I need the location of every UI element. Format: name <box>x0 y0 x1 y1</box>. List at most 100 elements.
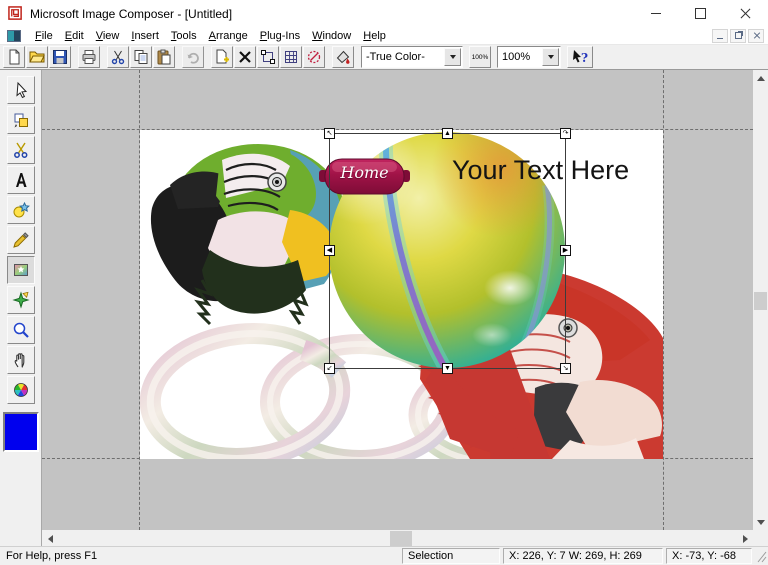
arrange-icon <box>14 113 28 128</box>
menu-plugins[interactable]: Plug-Ins <box>254 29 306 43</box>
paste-button[interactable] <box>153 46 175 68</box>
menu-window[interactable]: Window <box>306 29 357 43</box>
menu-arrange[interactable]: Arrange <box>203 29 254 43</box>
save-button[interactable] <box>49 46 71 68</box>
menu-view[interactable]: View <box>90 29 126 43</box>
chevron-down-icon[interactable] <box>444 48 461 66</box>
clear-selection-icon <box>307 50 321 64</box>
zoom-value: 100% <box>502 51 531 63</box>
color-format-dropdown[interactable]: -True Color- <box>361 46 463 68</box>
maximize-button[interactable] <box>678 0 723 27</box>
selection-rectangle[interactable]: ↖ ▲ ↷ ◀ ▶ ↙ ▼ ↘ <box>324 128 571 374</box>
minimize-button[interactable] <box>633 0 678 27</box>
zoom-tool[interactable] <box>6 316 35 344</box>
select-tool[interactable] <box>6 76 35 104</box>
text-icon <box>15 173 27 187</box>
paste-clipboard-icon <box>157 49 171 65</box>
insert-image-button[interactable] <box>211 46 233 68</box>
tool-palette <box>0 70 42 548</box>
status-bar: For Help, press F1 Selection X: 226, Y: … <box>0 546 768 565</box>
workspace[interactable]: Your Text Here Home ↖ ▲ ↷ ◀ ▶ ↙ ▼ ↘ <box>42 70 753 530</box>
texture-transfer-icon <box>11 291 30 309</box>
menu-insert[interactable]: Insert <box>125 29 165 43</box>
chevron-down-icon[interactable] <box>542 48 559 66</box>
paintbrush-icon <box>12 232 29 248</box>
selection-handle-bottom-left[interactable]: ↙ <box>324 363 335 374</box>
cutout-scissors-icon <box>13 142 27 158</box>
delete-x-icon <box>239 51 251 63</box>
menu-file[interactable]: File <box>29 29 59 43</box>
document-icon[interactable] <box>7 29 21 42</box>
menu-help[interactable]: Help <box>357 29 392 43</box>
close-button[interactable] <box>723 0 768 27</box>
selection-handle-middle-right[interactable]: ▶ <box>560 245 571 256</box>
arrange-tool[interactable] <box>6 106 35 134</box>
status-help-text: For Help, press F1 <box>6 550 98 562</box>
menu-tools[interactable]: Tools <box>165 29 203 43</box>
scroll-left-button[interactable] <box>42 530 58 547</box>
cutout-tool[interactable] <box>6 136 35 164</box>
art-effects-tool[interactable] <box>6 256 35 284</box>
copy-button[interactable] <box>130 46 152 68</box>
selection-handle-middle-left[interactable]: ◀ <box>324 245 335 256</box>
vertical-scrollbar[interactable] <box>753 70 768 530</box>
color-fill-button[interactable] <box>332 46 354 68</box>
resize-grip[interactable] <box>755 549 767 563</box>
shapes-tool[interactable] <box>6 196 35 224</box>
current-color-swatch[interactable] <box>2 412 39 452</box>
texture-transfer-tool[interactable] <box>6 286 35 314</box>
select-all-icon <box>261 50 275 64</box>
print-button[interactable] <box>78 46 100 68</box>
vertical-scroll-thumb[interactable] <box>754 292 767 310</box>
open-folder-icon <box>29 51 45 63</box>
scroll-up-icon <box>756 75 765 81</box>
title-bar: Microsoft Image Composer - [Untitled] <box>0 0 768 27</box>
grid-select-button[interactable] <box>280 46 302 68</box>
color-picker-tool[interactable] <box>6 376 35 404</box>
text-tool[interactable] <box>6 166 35 194</box>
doc-restore-icon <box>734 32 742 39</box>
menu-bar: File Edit View Insert Tools Arrange Plug… <box>0 27 768 45</box>
selection-handle-top-center[interactable]: ▲ <box>442 128 453 139</box>
scrollbar-corner <box>753 530 768 547</box>
doc-minimize-icon <box>717 37 723 39</box>
scroll-down-button[interactable] <box>753 514 768 530</box>
minimize-icon <box>650 13 661 14</box>
svg-text:?: ? <box>581 51 588 65</box>
doc-close-button[interactable] <box>748 28 764 43</box>
composition-guide-right <box>663 70 664 530</box>
delete-button[interactable] <box>234 46 256 68</box>
selection-handle-top-left[interactable]: ↖ <box>324 128 335 139</box>
paint-tool[interactable] <box>6 226 35 254</box>
scroll-right-button[interactable] <box>737 530 753 547</box>
open-button[interactable] <box>26 46 48 68</box>
zoom-dropdown[interactable]: 100% <box>497 46 561 68</box>
selection-handle-bottom-right[interactable]: ↘ <box>560 363 571 374</box>
selection-handle-bottom-center[interactable]: ▼ <box>442 363 453 374</box>
status-sprite-geometry: X: 226, Y: 7 W: 269, H: 269 <box>503 548 663 564</box>
actual-size-button[interactable]: 100% <box>469 46 491 68</box>
shapes-icon <box>13 201 30 218</box>
selection-handle-top-right[interactable]: ↷ <box>560 128 571 139</box>
pan-tool[interactable] <box>6 346 35 374</box>
new-button[interactable] <box>3 46 25 68</box>
scroll-up-button[interactable] <box>753 70 768 86</box>
left-macaw-sprite[interactable] <box>150 144 344 326</box>
doc-restore-button[interactable] <box>730 28 746 43</box>
menu-edit[interactable]: Edit <box>59 29 90 43</box>
scroll-left-icon <box>47 534 53 543</box>
cut-button[interactable] <box>107 46 129 68</box>
undo-icon <box>187 52 199 64</box>
undo-button[interactable] <box>182 46 204 68</box>
art-effects-icon <box>13 264 28 276</box>
select-all-button[interactable] <box>257 46 279 68</box>
horizontal-scrollbar[interactable] <box>42 530 753 547</box>
paint-bucket-icon <box>336 50 350 64</box>
clear-selection-button[interactable] <box>303 46 325 68</box>
insert-image-icon <box>216 49 229 64</box>
scroll-down-icon <box>756 519 765 525</box>
context-help-button[interactable]: ? <box>567 46 593 68</box>
doc-minimize-button[interactable] <box>712 28 728 43</box>
horizontal-scroll-thumb[interactable] <box>390 531 412 546</box>
scroll-right-icon <box>742 534 748 543</box>
